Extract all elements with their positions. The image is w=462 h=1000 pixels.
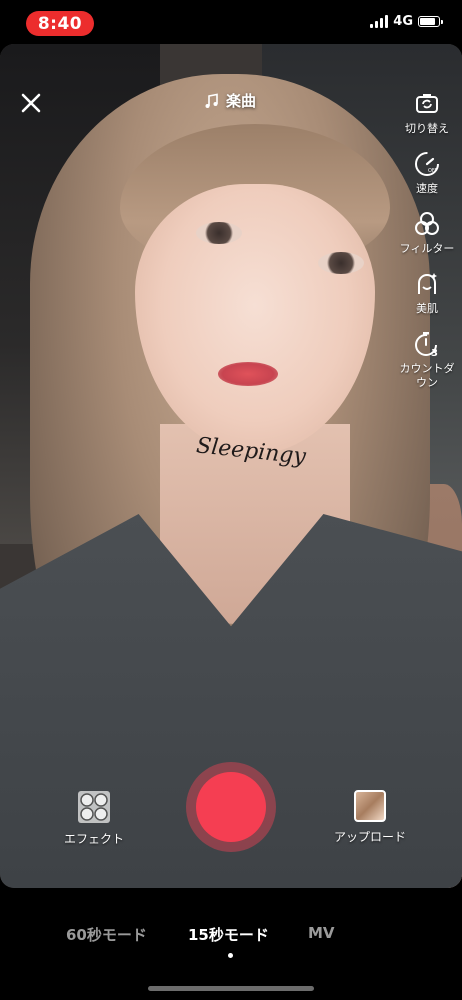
effect-button[interactable]: エフェクト — [58, 790, 130, 847]
network-label: 4G — [393, 14, 413, 29]
status-indicators: 4G — [370, 14, 443, 29]
upload-button[interactable]: アップロード — [328, 790, 412, 845]
svg-text:3: 3 — [431, 348, 438, 358]
filter-button[interactable]: フィルター — [396, 208, 458, 256]
camera-preview: Sleepingy 楽曲 切り替え OFF 速度 フィルター 美肌 3 カウント… — [0, 44, 462, 888]
status-bar: 8:40 4G — [0, 0, 462, 44]
mode-15s[interactable]: 15秒モード — [188, 924, 269, 945]
mode-selector: 60秒モード 15秒モード MV — [0, 924, 462, 948]
record-inner — [196, 772, 266, 842]
mode-mv[interactable]: MV — [308, 924, 335, 942]
battery-icon — [418, 16, 443, 27]
timer-button[interactable]: 3 カウントダウン — [396, 328, 458, 390]
beauty-label: 美肌 — [416, 302, 438, 315]
filter-label: フィルター — [399, 242, 455, 255]
mode-selected-indicator — [228, 953, 233, 958]
upload-thumbnail — [354, 790, 386, 822]
speed-icon: OFF — [411, 148, 443, 180]
mode-60s[interactable]: 60秒モード — [66, 924, 147, 945]
close-icon — [21, 93, 41, 113]
status-time: 8:40 — [26, 11, 94, 36]
signal-icon — [370, 15, 389, 28]
effect-icon — [78, 791, 110, 823]
flip-camera-icon — [411, 88, 443, 120]
speed-label: 速度 — [416, 182, 438, 195]
filter-icon — [411, 208, 443, 240]
effect-label: エフェクト — [63, 832, 124, 846]
svg-text:OFF: OFF — [428, 168, 438, 174]
beauty-button[interactable]: 美肌 — [396, 268, 458, 316]
flip-camera-label: 切り替え — [405, 122, 449, 135]
music-button[interactable]: 楽曲 — [204, 90, 256, 111]
record-button[interactable] — [186, 762, 276, 852]
right-toolbar: 切り替え OFF 速度 フィルター 美肌 3 カウントダウン — [396, 88, 458, 402]
timer-icon: 3 — [411, 328, 443, 360]
speed-button[interactable]: OFF 速度 — [396, 148, 458, 196]
flip-camera-button[interactable]: 切り替え — [396, 88, 458, 136]
music-note-icon — [205, 93, 218, 108]
music-label: 楽曲 — [226, 92, 257, 110]
home-indicator[interactable] — [148, 986, 314, 991]
close-button[interactable] — [14, 86, 48, 120]
timer-label: カウントダウン — [399, 362, 455, 389]
beauty-icon — [411, 268, 443, 300]
upload-label: アップロード — [333, 830, 406, 844]
